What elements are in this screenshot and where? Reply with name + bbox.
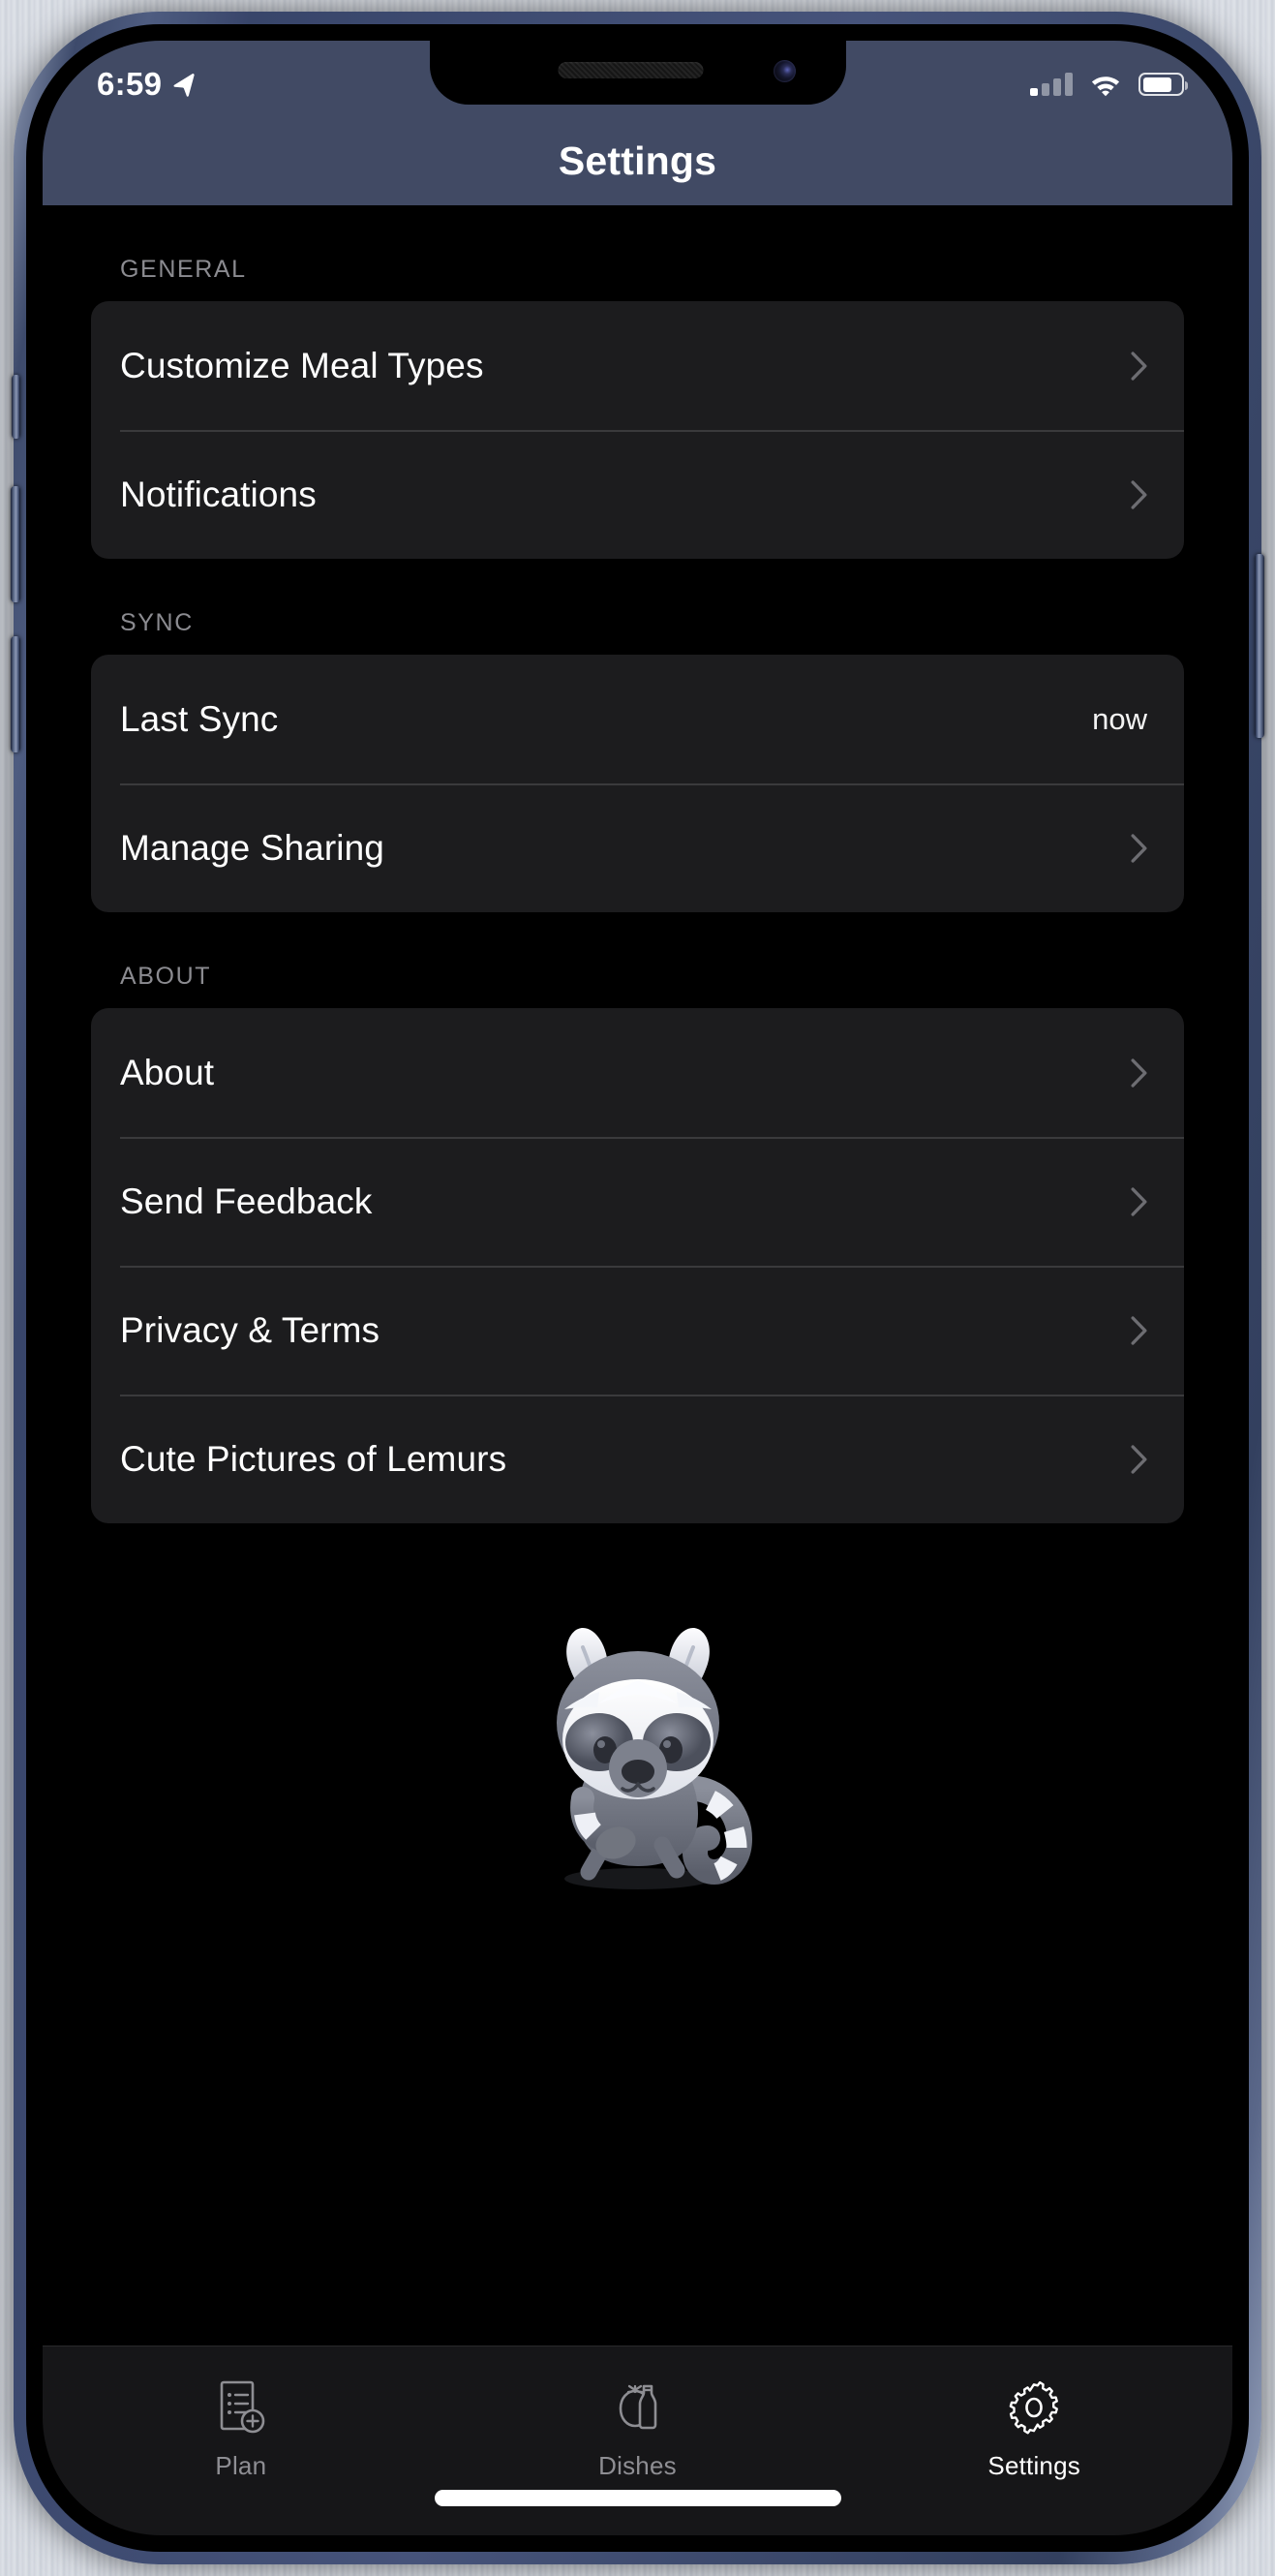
volume-up-button[interactable] — [11, 486, 20, 602]
chevron-right-icon — [1131, 1315, 1147, 1345]
tab-dishes[interactable]: Dishes — [440, 2346, 836, 2499]
battery-icon — [1138, 73, 1188, 96]
row-label: Privacy & Terms — [120, 1309, 380, 1350]
section-card-sync: Last Sync now Manage Sharing — [91, 655, 1184, 912]
tab-label: Settings — [987, 2451, 1080, 2480]
wifi-icon — [1091, 77, 1120, 97]
chevron-right-icon — [1131, 351, 1147, 381]
power-button[interactable] — [1255, 554, 1264, 738]
settings-row-privacy-terms[interactable]: Privacy & Terms — [91, 1266, 1184, 1395]
chevron-right-icon — [1131, 833, 1147, 863]
chevron-right-icon — [1131, 1444, 1147, 1474]
tab-label: Dishes — [598, 2451, 677, 2480]
gear-icon — [1009, 2380, 1059, 2435]
section-header-sync: SYNC — [120, 609, 194, 636]
status-bar-left: 6:59 — [97, 66, 197, 103]
cellular-signal-icon — [1030, 73, 1073, 96]
location-arrow-icon — [173, 74, 195, 97]
tab-settings[interactable]: Settings — [835, 2346, 1232, 2499]
home-indicator[interactable] — [434, 2490, 841, 2506]
settings-list: GENERAL Customize Meal Types Notificatio… — [43, 205, 1232, 2346]
settings-row-notifications[interactable]: Notifications — [91, 430, 1184, 559]
row-label: Manage Sharing — [120, 827, 384, 868]
status-bar: 6:59 — [43, 41, 1232, 116]
navigation-header: 6:59 Settings — [43, 41, 1232, 205]
app-screen: 6:59 Settings GENERAL Customize Meal Typ… — [43, 41, 1232, 2535]
mute-switch-button[interactable] — [12, 375, 20, 439]
tab-bar: Plan Dishes Settings — [43, 2346, 1232, 2535]
volume-down-button[interactable] — [11, 636, 20, 752]
row-label: Last Sync — [120, 698, 279, 739]
row-label: About — [120, 1052, 215, 1092]
row-label: Send Feedback — [120, 1181, 373, 1221]
section-header-general: GENERAL — [120, 256, 247, 283]
tab-plan[interactable]: Plan — [43, 2346, 440, 2499]
document-list-plus-icon — [220, 2380, 265, 2434]
screen-bezel: 6:59 Settings GENERAL Customize Meal Typ… — [43, 41, 1232, 2535]
row-label: Cute Pictures of Lemurs — [120, 1438, 507, 1479]
settings-row-customize-meal-types[interactable]: Customize Meal Types — [91, 301, 1184, 430]
row-label: Customize Meal Types — [120, 345, 484, 385]
chevron-right-icon — [1131, 1058, 1147, 1088]
section-card-about: About Send Feedback Privacy & Terms Cute… — [91, 1008, 1184, 1523]
section-header-about: ABOUT — [120, 963, 212, 990]
status-bar-right — [1030, 71, 1188, 98]
settings-row-send-feedback[interactable]: Send Feedback — [91, 1137, 1184, 1266]
phone-device-frame: 6:59 Settings GENERAL Customize Meal Typ… — [11, 12, 1264, 2564]
home-indicator-area — [43, 2490, 1232, 2506]
last-sync-value: now — [1092, 701, 1147, 736]
settings-row-last-sync[interactable]: Last Sync now — [91, 655, 1184, 783]
settings-row-cute-pictures-of-lemurs[interactable]: Cute Pictures of Lemurs — [91, 1395, 1184, 1523]
lemur-mascot-icon — [556, 1628, 752, 1889]
section-card-general: Customize Meal Types Notifications — [91, 301, 1184, 559]
row-label: Notifications — [120, 474, 317, 514]
chevron-right-icon — [1131, 1186, 1147, 1216]
page-title: Settings — [558, 138, 717, 183]
status-bar-time: 6:59 — [97, 66, 163, 102]
tomato-bottle-icon — [619, 2384, 656, 2430]
tab-label: Plan — [215, 2451, 267, 2480]
settings-row-about[interactable]: About — [91, 1008, 1184, 1137]
chevron-right-icon — [1131, 479, 1147, 509]
mascot-container — [91, 1599, 1184, 1889]
settings-row-manage-sharing[interactable]: Manage Sharing — [91, 783, 1184, 912]
phone-inner-bezel: 6:59 Settings GENERAL Customize Meal Typ… — [26, 24, 1249, 2552]
